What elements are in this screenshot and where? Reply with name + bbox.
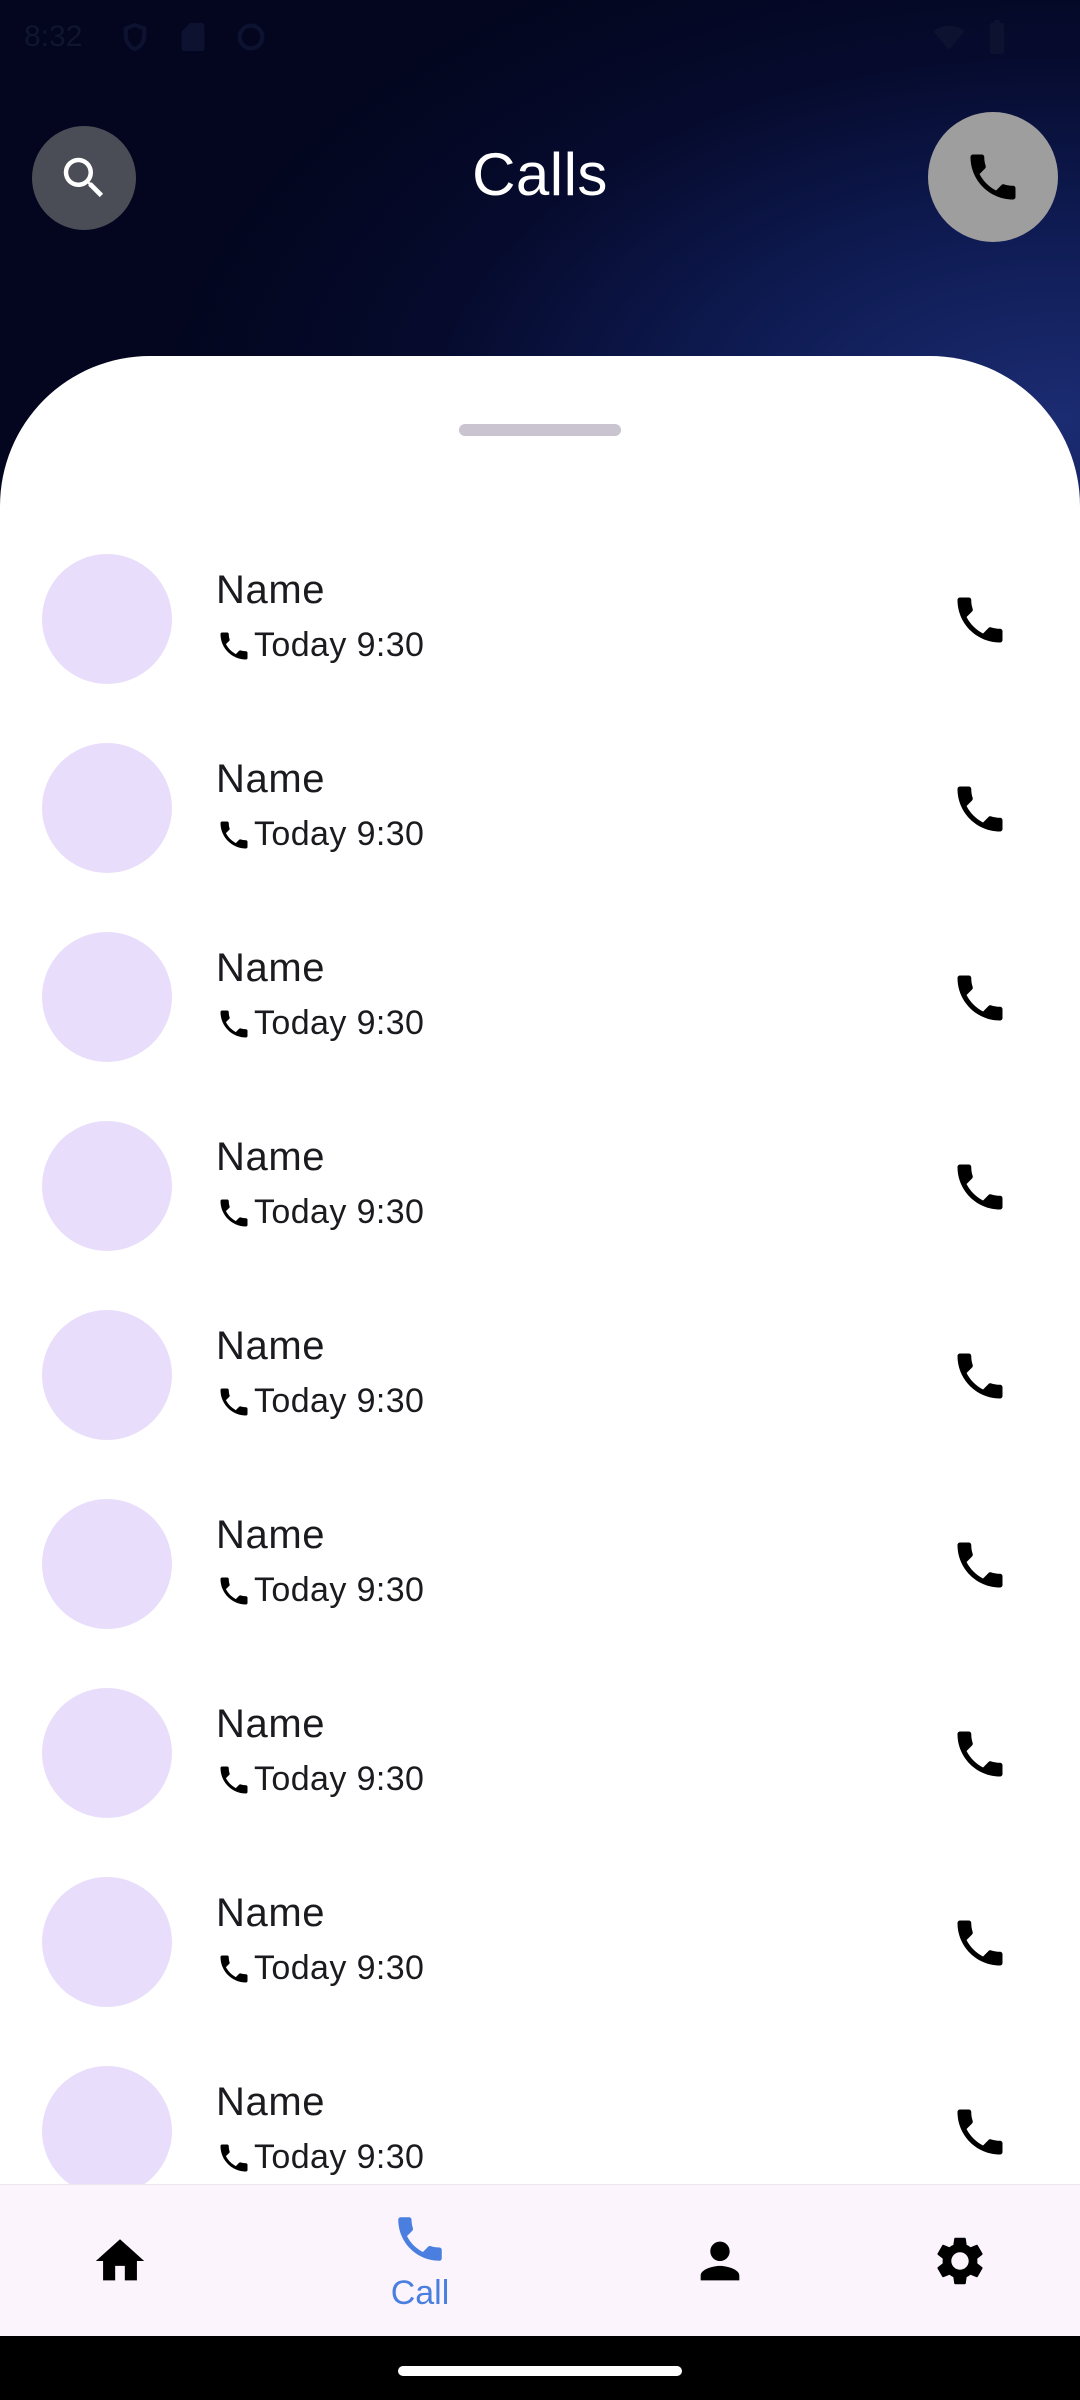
call-row[interactable]: Name Today 9:30 xyxy=(0,514,1080,703)
phone-icon xyxy=(957,1920,1003,1966)
phone-icon xyxy=(957,2109,1003,2155)
call-time: Today 9:30 xyxy=(254,2138,425,2176)
avatar xyxy=(42,743,172,873)
nav-call[interactable]: Call xyxy=(320,2185,520,2337)
settings-icon xyxy=(937,2237,983,2285)
call-meta: Today 9:30 xyxy=(216,2138,424,2177)
phone-icon xyxy=(957,1542,1003,1588)
call-back-button[interactable] xyxy=(950,590,1010,650)
call-row[interactable]: Name Today 9:30 xyxy=(0,1459,1080,1648)
call-row[interactable]: Name Today 9:30 xyxy=(0,892,1080,1081)
call-time: Today 9:30 xyxy=(254,1949,425,1987)
avatar xyxy=(42,1310,172,1440)
contact-name: Name xyxy=(216,1513,326,1557)
status-bar: 8:32 xyxy=(0,0,1080,76)
call-time: Today 9:30 xyxy=(254,1760,425,1798)
nav-call-label: Call xyxy=(390,2273,450,2312)
call-back-button[interactable] xyxy=(950,779,1010,839)
avatar xyxy=(42,1877,172,2007)
phone-icon xyxy=(957,786,1003,832)
call-time: Today 9:30 xyxy=(254,1571,425,1609)
call-back-button[interactable] xyxy=(950,1346,1010,1406)
phone-icon xyxy=(957,597,1003,643)
nav-settings[interactable] xyxy=(860,2185,1060,2337)
nav-home[interactable] xyxy=(20,2185,220,2337)
call-meta: Today 9:30 xyxy=(216,1193,424,1232)
battery-icon xyxy=(989,20,1005,54)
call-time: Today 9:30 xyxy=(254,1193,425,1231)
contact-name: Name xyxy=(216,757,326,801)
contact-name: Name xyxy=(216,2080,326,2124)
nav-contacts[interactable] xyxy=(620,2185,820,2337)
call-meta: Today 9:30 xyxy=(216,1760,424,1799)
phone-icon xyxy=(398,2216,442,2261)
call-back-button[interactable] xyxy=(950,968,1010,1028)
call-list[interactable]: Name Today 9:30 Name Today 9:30 Name Tod… xyxy=(0,514,1080,2184)
home-icon xyxy=(95,2239,145,2281)
call-meta: Today 9:30 xyxy=(216,1949,424,1988)
avatar xyxy=(42,932,172,1062)
call-meta: Today 9:30 xyxy=(216,626,424,665)
phone-small-icon xyxy=(220,1388,248,1415)
contact-name: Name xyxy=(216,1324,326,1368)
call-back-button[interactable] xyxy=(950,1913,1010,1973)
sync-icon xyxy=(237,23,265,51)
calls-screen: 8:32 Calls Name Today 9:30 Name Today 9:… xyxy=(0,0,1080,2400)
contact-name: Name xyxy=(216,1891,326,1935)
bottom-navigation: Call xyxy=(0,2184,1080,2336)
contact-name: Name xyxy=(216,1702,326,1746)
gesture-handle[interactable] xyxy=(398,2366,682,2376)
phone-icon xyxy=(957,1353,1003,1399)
phone-small-icon xyxy=(220,2144,248,2171)
call-row[interactable]: Name Today 9:30 xyxy=(0,1648,1080,1837)
call-row[interactable]: Name Today 9:30 xyxy=(0,1081,1080,1270)
phone-small-icon xyxy=(220,1955,248,1982)
avatar xyxy=(42,1499,172,1629)
phone-small-icon xyxy=(220,1010,248,1037)
gesture-area xyxy=(0,2336,1080,2400)
phone-small-icon xyxy=(220,632,248,659)
call-time: Today 9:30 xyxy=(254,1382,425,1420)
sim-card-icon xyxy=(181,22,205,52)
contact-name: Name xyxy=(216,946,326,990)
call-row[interactable]: Name Today 9:30 xyxy=(0,1837,1080,2026)
contact-name: Name xyxy=(216,568,326,612)
call-back-button[interactable] xyxy=(950,1535,1010,1595)
call-back-button[interactable] xyxy=(950,1724,1010,1784)
phone-icon xyxy=(970,154,1016,200)
phone-small-icon xyxy=(220,821,248,848)
person-icon xyxy=(700,2241,740,2281)
call-time: Today 9:30 xyxy=(254,1004,425,1042)
avatar xyxy=(42,1121,172,1251)
phone-small-icon xyxy=(220,1766,248,1793)
call-row[interactable]: Name Today 9:30 xyxy=(0,1270,1080,1459)
call-time: Today 9:30 xyxy=(254,815,425,853)
page-title: Calls xyxy=(472,141,608,208)
avatar xyxy=(42,554,172,684)
calls-sheet: Name Today 9:30 Name Today 9:30 Name Tod… xyxy=(0,356,1080,2400)
phone-icon xyxy=(957,1731,1003,1777)
call-meta: Today 9:30 xyxy=(216,1571,424,1610)
phone-icon xyxy=(957,1164,1003,1210)
call-row[interactable]: Name Today 9:30 xyxy=(0,703,1080,892)
avatar xyxy=(42,1688,172,1818)
phone-small-icon xyxy=(220,1199,248,1226)
phone-small-icon xyxy=(220,1577,248,1604)
call-row[interactable]: Name Today 9:30 xyxy=(0,2026,1080,2184)
call-meta: Today 9:30 xyxy=(216,815,424,854)
wifi-icon xyxy=(933,25,965,50)
call-back-button[interactable] xyxy=(950,1157,1010,1217)
phone-icon xyxy=(957,975,1003,1021)
status-time: 8:32 xyxy=(24,20,83,53)
call-time: Today 9:30 xyxy=(254,626,425,664)
new-call-button[interactable] xyxy=(928,112,1058,242)
call-back-button[interactable] xyxy=(950,2102,1010,2162)
drag-handle[interactable] xyxy=(459,424,621,436)
contact-name: Name xyxy=(216,1135,326,1179)
shield-icon xyxy=(123,22,147,52)
call-meta: Today 9:30 xyxy=(216,1382,424,1421)
avatar xyxy=(42,2066,172,2184)
call-meta: Today 9:30 xyxy=(216,1004,424,1043)
